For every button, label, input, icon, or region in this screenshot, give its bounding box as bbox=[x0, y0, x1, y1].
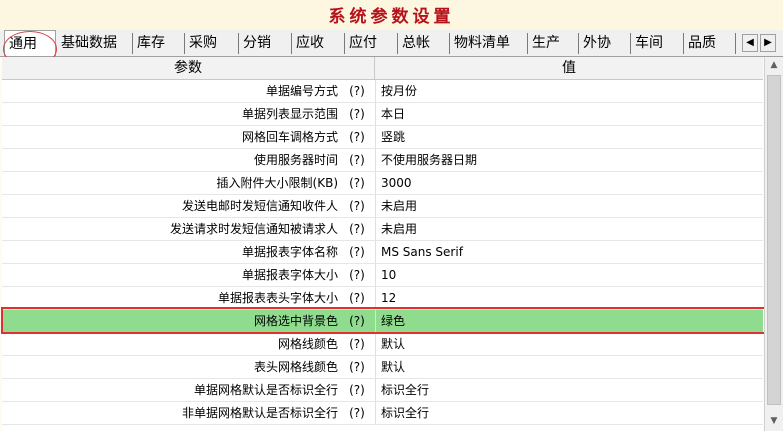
param-name: 单据报表字体大小 bbox=[241, 268, 338, 282]
help-button[interactable]: (?) bbox=[347, 333, 367, 355]
grid-row[interactable]: 单据列表显示范围 (?) 本日 bbox=[2, 103, 763, 126]
param-value[interactable]: 标识全行 bbox=[375, 402, 763, 424]
tab-production[interactable]: 生产 bbox=[528, 33, 579, 54]
grid-row[interactable]: 非单据网格默认是否标识全行 (?) 标识全行 bbox=[2, 402, 763, 425]
grid-row[interactable]: 单据报表字体名称 (?) MS Sans Serif bbox=[2, 241, 763, 264]
param-value[interactable]: 默认 bbox=[375, 356, 763, 378]
param-value[interactable]: 本日 bbox=[375, 103, 763, 125]
tab-workshop[interactable]: 车间 bbox=[631, 33, 684, 54]
help-button[interactable]: (?) bbox=[347, 287, 367, 309]
help-button[interactable]: (?) bbox=[347, 310, 367, 332]
param-value[interactable]: MS Sans Serif bbox=[375, 241, 763, 263]
help-button[interactable]: (?) bbox=[347, 218, 367, 240]
help-button[interactable]: (?) bbox=[347, 149, 367, 171]
param-name: 单据编号方式 bbox=[265, 84, 338, 98]
grid-row[interactable]: 单据编号方式 (?) 按月份 bbox=[2, 80, 763, 103]
help-button[interactable]: (?) bbox=[347, 264, 367, 286]
grid-row[interactable]: 发送电邮时发短信通知收件人 (?) 未启用 bbox=[2, 195, 763, 218]
help-button[interactable]: (?) bbox=[347, 172, 367, 194]
grid-row[interactable]: 网格回车调格方式 (?) 竖跳 bbox=[2, 126, 763, 149]
param-name: 使用服务器时间 bbox=[253, 153, 338, 167]
param-value[interactable]: 10 bbox=[375, 264, 763, 286]
help-button[interactable]: (?) bbox=[347, 103, 367, 125]
grid-row[interactable]: 插入附件大小限制(KB) (?) 3000 bbox=[2, 172, 763, 195]
tab-general-ledger[interactable]: 总帐 bbox=[398, 33, 450, 54]
scroll-down-icon[interactable]: ▼ bbox=[766, 413, 782, 430]
param-name: 插入附件大小限制(KB) bbox=[216, 176, 338, 190]
help-button[interactable]: (?) bbox=[347, 241, 367, 263]
help-button[interactable]: (?) bbox=[347, 402, 367, 424]
param-value[interactable]: 标识全行 bbox=[375, 379, 763, 401]
tab-strip: 通用 基础数据 库存 采购 分销 应收 应付 总帐 物料清单 生产 外协 车间 … bbox=[0, 30, 783, 57]
tab-general[interactable]: 通用 bbox=[4, 30, 56, 56]
param-value[interactable]: 12 bbox=[375, 287, 763, 309]
param-name: 单据报表表头字体大小 bbox=[217, 291, 338, 305]
param-value[interactable]: 竖跳 bbox=[375, 126, 763, 148]
tab-quality[interactable]: 品质 bbox=[684, 33, 736, 54]
grid-row[interactable]: 单据报表字体大小 (?) 10 bbox=[2, 264, 763, 287]
grid-row[interactable]: 网格选中背景色 (?) 绿色 bbox=[2, 310, 763, 333]
grid-header: 参数 值 bbox=[2, 57, 763, 80]
param-value[interactable]: 未启用 bbox=[375, 195, 763, 217]
param-name: 发送电邮时发短信通知收件人 bbox=[181, 199, 338, 213]
param-name: 表头网格线颜色 bbox=[253, 360, 338, 374]
param-value[interactable]: 绿色 bbox=[375, 310, 763, 332]
grid-row[interactable]: 网格线颜色 (?) 默认 bbox=[2, 333, 763, 356]
param-name: 发送请求时发短信通知被请求人 bbox=[169, 222, 338, 236]
param-value[interactable]: 3000 bbox=[375, 172, 763, 194]
column-header-value[interactable]: 值 bbox=[375, 57, 763, 79]
column-header-param[interactable]: 参数 bbox=[2, 57, 375, 79]
param-value[interactable]: 默认 bbox=[375, 333, 763, 355]
help-button[interactable]: (?) bbox=[347, 356, 367, 378]
grid-row[interactable]: 表头网格线颜色 (?) 默认 bbox=[2, 356, 763, 379]
tab-receivable[interactable]: 应收 bbox=[292, 33, 345, 54]
help-button[interactable]: (?) bbox=[347, 126, 367, 148]
vertical-scrollbar[interactable]: ▲ ▼ bbox=[764, 57, 783, 431]
help-button[interactable]: (?) bbox=[347, 195, 367, 217]
grid-row[interactable]: 单据网格默认是否标识全行 (?) 标识全行 bbox=[2, 379, 763, 402]
param-value[interactable]: 未启用 bbox=[375, 218, 763, 240]
param-name: 网格回车调格方式 bbox=[241, 130, 338, 144]
tab-distribution[interactable]: 分销 bbox=[239, 33, 292, 54]
tab-purchase[interactable]: 采购 bbox=[185, 33, 239, 54]
scroll-thumb[interactable] bbox=[767, 75, 781, 405]
param-value[interactable]: 不使用服务器日期 bbox=[375, 149, 763, 171]
parameter-grid: 参数 值 单据编号方式 (?) 按月份单据列表显示范围 (?) 本日网格回车调格方式 (?… bbox=[2, 57, 763, 431]
tab-scroll-left-icon[interactable]: ◀ bbox=[742, 34, 758, 52]
tab-bom[interactable]: 物料清单 bbox=[450, 33, 528, 54]
param-name: 网格选中背景色 bbox=[253, 314, 338, 328]
param-value[interactable]: 按月份 bbox=[375, 80, 763, 102]
help-button[interactable]: (?) bbox=[347, 379, 367, 401]
tab-scroll-right-icon[interactable]: ▶ bbox=[760, 34, 776, 52]
param-name: 非单据网格默认是否标识全行 bbox=[181, 406, 338, 420]
tab-payable[interactable]: 应付 bbox=[345, 33, 398, 54]
param-name: 单据报表字体名称 bbox=[241, 245, 338, 259]
grid-row[interactable]: 使用服务器时间 (?) 不使用服务器日期 bbox=[2, 149, 763, 172]
param-name: 单据列表显示范围 bbox=[241, 107, 338, 121]
help-button[interactable]: (?) bbox=[347, 80, 367, 102]
window-title: 系统参数设置 bbox=[0, 0, 783, 30]
param-name: 网格线颜色 bbox=[277, 337, 338, 351]
tab-basic-data[interactable]: 基础数据 bbox=[57, 33, 133, 54]
grid-row[interactable]: 单据报表表头字体大小 (?) 12 bbox=[2, 287, 763, 310]
scroll-up-icon[interactable]: ▲ bbox=[766, 57, 782, 74]
param-name: 单据网格默认是否标识全行 bbox=[193, 383, 338, 397]
tab-inventory[interactable]: 库存 bbox=[133, 33, 185, 54]
grid-row[interactable]: 发送请求时发短信通知被请求人 (?) 未启用 bbox=[2, 218, 763, 241]
tab-outsourcing[interactable]: 外协 bbox=[579, 33, 631, 54]
